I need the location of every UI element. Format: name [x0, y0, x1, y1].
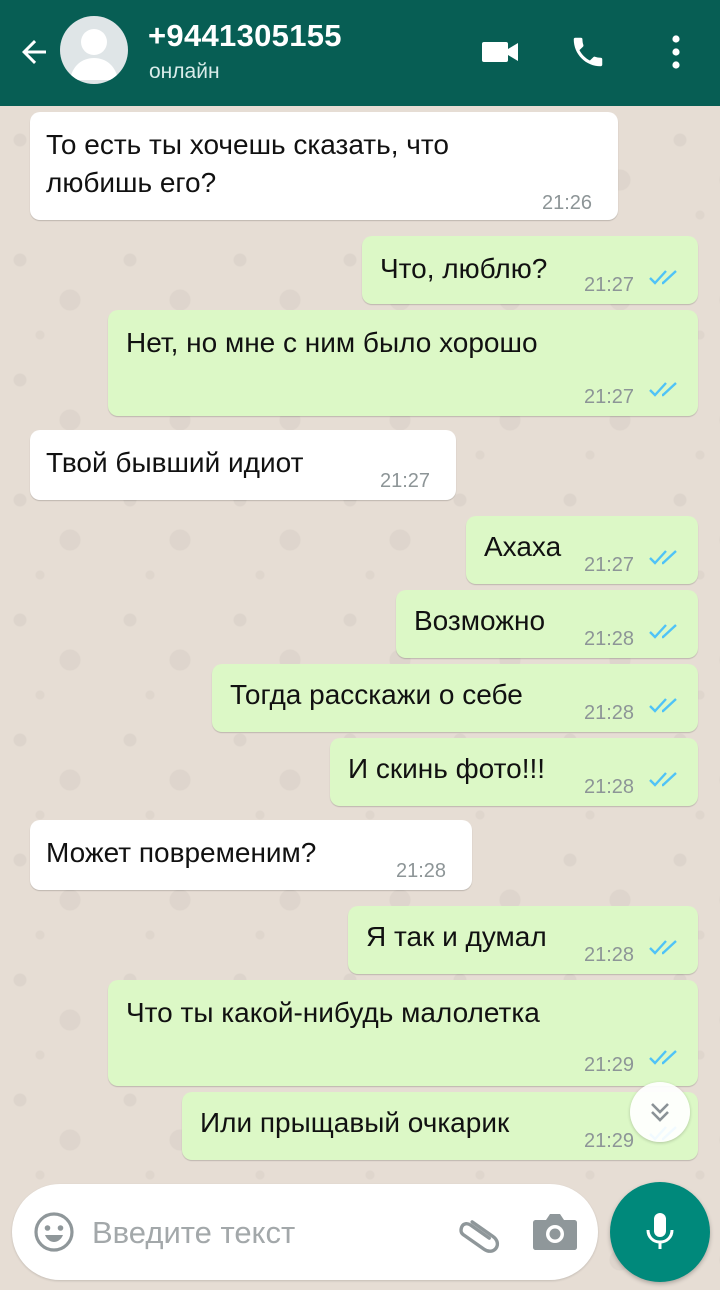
message-text: Что ты какой-нибудь малолетка [126, 997, 540, 1028]
video-call-icon [482, 42, 518, 62]
message-bubble-outgoing[interactable]: И скинь фото!!! 21:28 [330, 738, 698, 806]
phone-call-icon [573, 37, 603, 67]
message-text: Возможно [414, 605, 546, 636]
camera-icon [533, 1214, 577, 1250]
message-bubble-incoming[interactable]: Может повременим? 21:28 [30, 820, 472, 890]
message-bubble-outgoing[interactable]: Нет, но мне с ним было хорошо 21:27 [108, 310, 698, 416]
message-time: 21:27 [584, 274, 635, 296]
double-chevron-down-icon [651, 1103, 669, 1122]
read-ticks-icon [649, 550, 677, 565]
read-ticks-icon [649, 270, 677, 285]
voice-record-button[interactable] [610, 1182, 710, 1282]
contact-name[interactable]: +9441305155 [148, 18, 342, 54]
read-ticks-icon [649, 1050, 677, 1065]
emoji-icon [34, 1212, 74, 1252]
more-options-button[interactable] [652, 28, 700, 76]
message-time: 21:27 [584, 386, 635, 408]
message-bubble-outgoing[interactable]: Тогда расскажи о себе 21:28 [212, 664, 698, 732]
message-bubble-incoming[interactable]: То есть ты хочешь сказать, что любишь ег… [30, 112, 618, 220]
message-text: Или прыщавый очкарик [200, 1107, 510, 1138]
message-time: 21:27 [584, 554, 635, 576]
message-text: Я так и думал [366, 921, 547, 952]
message-bubble-outgoing[interactable]: Что, люблю? 21:27 [362, 236, 698, 304]
message-time: 21:28 [584, 628, 635, 650]
message-time: 21:29 [584, 1054, 635, 1076]
message-time: 21:28 [584, 776, 635, 798]
message-text: Что, люблю? [380, 253, 548, 284]
camera-button[interactable] [530, 1210, 580, 1254]
more-vert-icon [672, 35, 680, 69]
read-ticks-icon [649, 624, 677, 639]
scroll-to-bottom-button[interactable] [630, 1082, 690, 1142]
message-time: 21:29 [584, 1130, 635, 1152]
avatar[interactable] [60, 16, 128, 84]
message-text: Ахаха [484, 531, 562, 562]
message-bubble-outgoing[interactable]: Возможно 21:28 [396, 590, 698, 658]
message-text: Тогда расскажи о себе [230, 679, 523, 710]
message-bubble-incoming[interactable]: Твой бывший идиот 21:27 [30, 430, 456, 500]
chat-header: +9441305155 онлайн [0, 0, 720, 106]
message-text: любишь его? [46, 167, 217, 198]
read-ticks-icon [649, 940, 677, 955]
message-text: И скинь фото!!! [348, 753, 546, 784]
mic-icon [646, 1213, 674, 1249]
message-time: 21:28 [584, 702, 635, 724]
contact-status: онлайн [149, 60, 220, 83]
attach-button[interactable] [452, 1206, 504, 1258]
message-text: Нет, но мне с ним было хорошо [126, 327, 538, 358]
video-call-button[interactable] [476, 28, 524, 76]
message-time: 21:26 [542, 192, 593, 214]
message-input[interactable] [90, 1208, 434, 1258]
message-bubble-outgoing[interactable]: Или прыщавый очкарик 21:29 [182, 1092, 698, 1160]
message-text: То есть ты хочешь сказать, что [46, 129, 449, 160]
message-bubble-outgoing[interactable]: Я так и думал 21:28 [348, 906, 698, 974]
message-composer [12, 1184, 598, 1280]
voice-call-button[interactable] [564, 28, 612, 76]
emoji-button[interactable] [32, 1210, 76, 1254]
message-bubble-outgoing[interactable]: Ахаха 21:27 [466, 516, 698, 584]
message-bubble-outgoing[interactable]: Что ты какой-нибудь малолетка 21:29 [108, 980, 698, 1086]
read-ticks-icon [649, 772, 677, 787]
message-text: Твой бывший идиот [46, 447, 304, 478]
back-button[interactable] [12, 30, 56, 74]
read-ticks-icon [649, 382, 677, 397]
message-text: Может повременим? [46, 837, 317, 868]
message-time: 21:27 [380, 470, 431, 492]
attach-icon [459, 1220, 500, 1253]
message-time: 21:28 [396, 860, 447, 882]
avatar-placeholder-icon [70, 29, 118, 80]
message-time: 21:28 [584, 944, 635, 966]
read-ticks-icon [649, 698, 677, 713]
back-arrow-icon [22, 40, 46, 64]
